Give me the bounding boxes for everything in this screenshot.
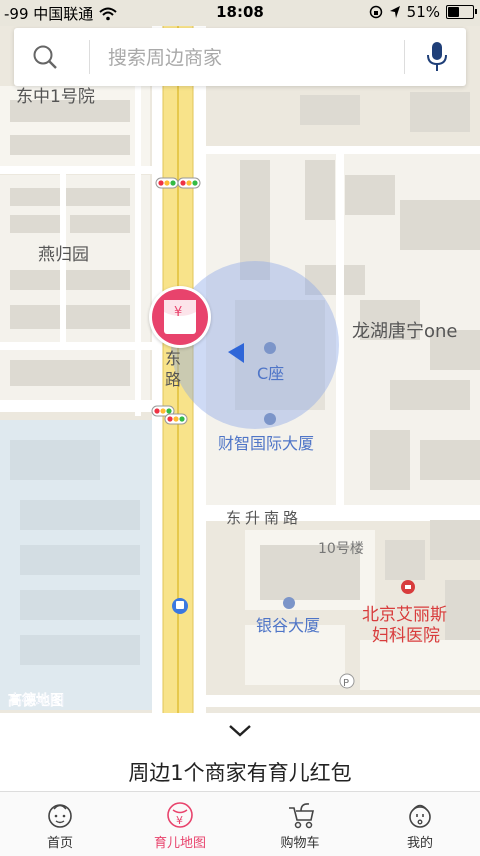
bottom-panel: 周边1个商家有育儿红包 首页 ¥ 育儿地图 购物车 我的 <box>0 713 480 856</box>
svg-text:¥: ¥ <box>176 814 183 827</box>
red-packet-icon: ¥ <box>167 802 193 828</box>
chevron-down-icon[interactable] <box>226 721 254 739</box>
tab-label: 首页 <box>46 836 73 851</box>
tab-bar: 首页 ¥ 育儿地图 购物车 我的 <box>0 791 480 856</box>
tab-profile[interactable]: 我的 <box>360 792 480 856</box>
svg-text:¥: ¥ <box>174 305 182 320</box>
tab-label: 我的 <box>406 836 433 851</box>
map-label: 路 <box>165 370 182 389</box>
tab-home[interactable]: 首页 <box>0 792 120 856</box>
stroller-icon <box>289 803 314 829</box>
rotation-lock-icon <box>369 5 382 19</box>
map-label: 东升南路 <box>226 509 303 527</box>
red-packet-icon: ¥ <box>152 289 208 345</box>
baby-profile-icon <box>409 804 431 828</box>
map-view[interactable]: P 东中1号院 关 燕归园 龙湖唐宁one 东 路 C座 财智国际大厦 东升南路… <box>0 0 480 713</box>
hospital-poi-icon <box>401 580 415 594</box>
tab-parenting-map[interactable]: ¥ 育儿地图 <box>120 792 240 856</box>
poi-label[interactable]: 妇科医院 <box>372 621 440 646</box>
microphone-icon[interactable] <box>426 42 448 72</box>
tab-label: 购物车 <box>280 836 320 851</box>
search-input[interactable] <box>106 42 410 74</box>
poi-label[interactable]: C座 <box>257 360 284 384</box>
bus-stop-icon <box>172 598 188 614</box>
search-bar[interactable] <box>14 28 466 86</box>
poi-label[interactable]: 银谷大厦 <box>256 612 320 636</box>
map-label: 10号楼 <box>318 541 364 557</box>
status-bar: -99 中国联通 18:08 51% <box>0 0 480 26</box>
location-arrow-icon <box>389 6 400 18</box>
baby-face-icon <box>48 804 72 828</box>
divider <box>89 40 90 74</box>
battery-percent: 51% <box>406 3 440 21</box>
map-label: 龙湖唐宁one <box>352 321 458 342</box>
tab-cart[interactable]: 购物车 <box>240 792 360 856</box>
red-packet-marker[interactable]: ¥ <box>149 286 211 348</box>
search-icon[interactable] <box>32 44 58 70</box>
poi-label[interactable]: 财智国际大厦 <box>218 430 314 454</box>
tab-label: 育儿地图 <box>153 836 206 851</box>
promo-text[interactable]: 周边1个商家有育儿红包 <box>0 757 480 787</box>
divider <box>404 40 405 74</box>
battery-icon <box>446 5 477 19</box>
map-logo: 高德地图 <box>8 693 64 709</box>
svg-text:P: P <box>343 678 349 689</box>
map-label: 燕归园 <box>38 245 89 265</box>
